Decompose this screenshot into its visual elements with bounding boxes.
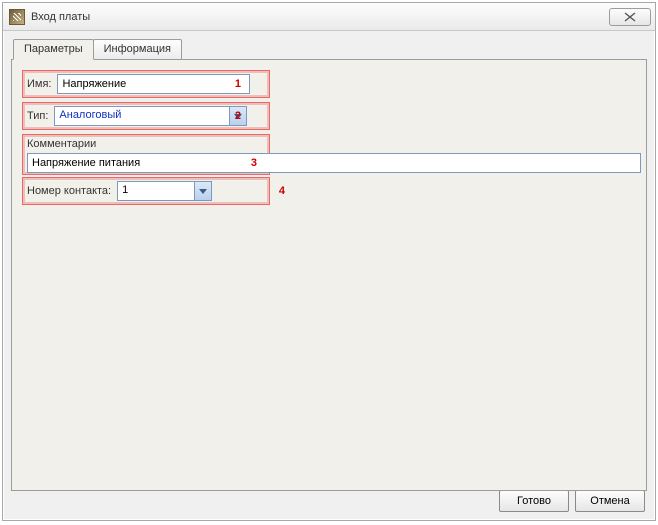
ok-button[interactable]: Готово xyxy=(499,490,569,512)
field-group-name: Имя: 1 xyxy=(22,70,270,98)
contact-label: Номер контакта: xyxy=(27,185,111,197)
field-group-comments: Комментарии 3 xyxy=(22,134,270,175)
annotation-badge-3: 3 xyxy=(251,157,257,169)
app-icon xyxy=(9,9,25,25)
titlebar: Вход платы xyxy=(3,3,655,31)
name-label: Имя: xyxy=(27,78,51,90)
type-combobox[interactable]: Аналоговый xyxy=(54,106,247,126)
tab-panel-parameters: Имя: 1 Тип: Аналоговый 2 Комментарии xyxy=(11,59,647,491)
chevron-down-icon xyxy=(199,189,207,194)
button-label: Готово xyxy=(517,495,551,507)
window-title: Вход платы xyxy=(31,11,609,23)
cancel-button[interactable]: Отмена xyxy=(575,490,645,512)
contact-dropdown-button[interactable] xyxy=(194,182,211,200)
annotation-badge-4: 4 xyxy=(279,185,285,197)
contact-combobox[interactable]: 1 xyxy=(117,181,212,201)
dialog-window: Вход платы Параметры Информация Имя: 1 xyxy=(2,2,656,521)
annotation-badge-2: 2 xyxy=(235,110,241,122)
tab-strip: Параметры Информация xyxy=(13,39,647,59)
annotation-badge-1: 1 xyxy=(235,78,241,90)
comments-label: Комментарии xyxy=(27,138,265,150)
tab-parameters[interactable]: Параметры xyxy=(13,39,94,60)
tab-label: Информация xyxy=(104,43,171,55)
field-group-contact: Номер контакта: 1 4 xyxy=(22,177,270,205)
close-button[interactable] xyxy=(609,8,651,26)
type-value: Аналоговый xyxy=(55,107,229,125)
type-label: Тип: xyxy=(27,110,48,122)
content-area: Параметры Информация Имя: 1 Тип: Аналого… xyxy=(11,39,647,478)
name-input[interactable] xyxy=(57,74,250,94)
field-group-type: Тип: Аналоговый 2 xyxy=(22,102,270,130)
comments-input[interactable] xyxy=(27,153,641,173)
contact-value: 1 xyxy=(118,182,194,200)
tab-info[interactable]: Информация xyxy=(93,39,182,59)
button-label: Отмена xyxy=(590,495,629,507)
close-icon xyxy=(624,12,636,22)
dialog-footer: Готово Отмена xyxy=(499,490,645,512)
tab-label: Параметры xyxy=(24,43,83,55)
